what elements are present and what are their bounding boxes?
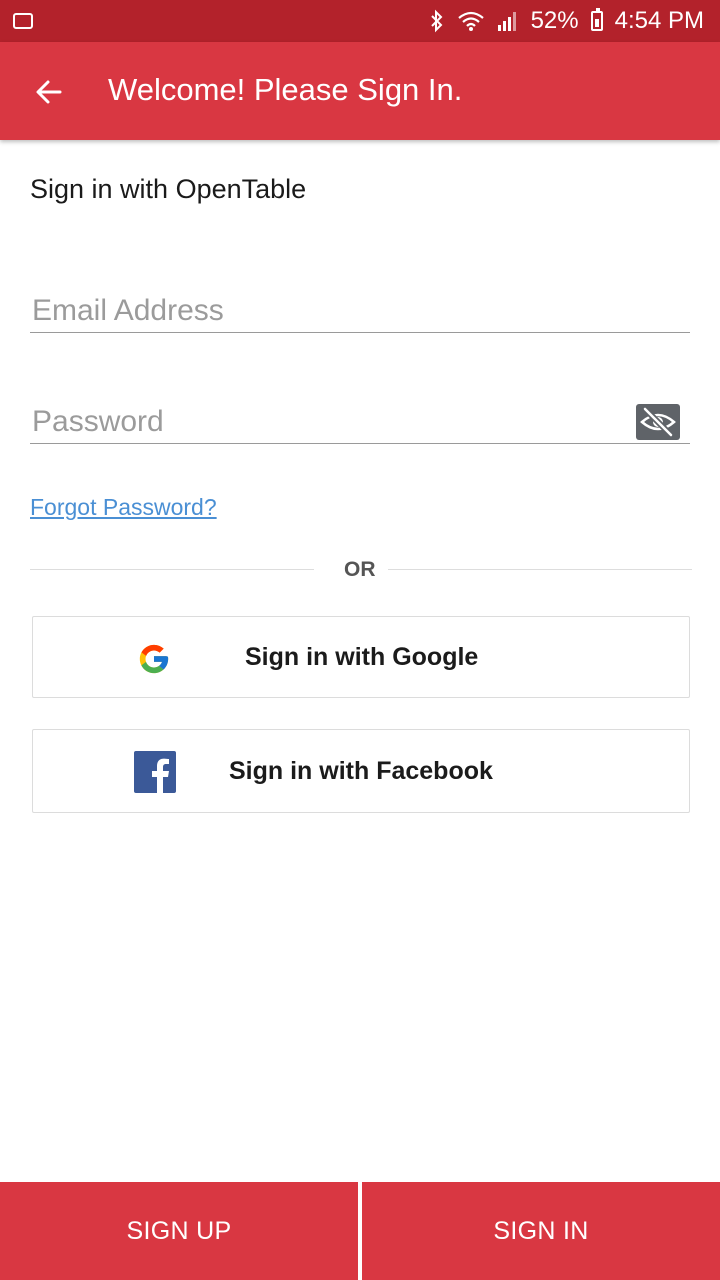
signal-icon [497,10,519,32]
forgot-password-link[interactable]: Forgot Password? [30,494,217,521]
battery-icon [590,8,603,31]
status-bar: 52% 4:54 PM [0,0,720,42]
divider-or-text: OR [344,558,376,581]
facebook-logo-icon [134,751,176,793]
google-button-label: Sign in with Google [245,642,479,671]
sign-in-button[interactable]: SIGN IN [362,1182,720,1280]
google-logo-icon [139,644,169,674]
page-title: Welcome! Please Sign In. [108,72,463,107]
facebook-button-label: Sign in with Facebook [229,756,493,785]
password-field[interactable] [30,400,690,444]
wifi-icon [457,10,485,32]
battery-percent: 52% [530,7,579,34]
app-bar: Welcome! Please Sign In. [0,42,720,140]
email-field[interactable] [30,289,690,333]
notification-icon [13,13,33,29]
sign-in-subtitle: Sign in with OpenTable [30,174,307,204]
google-sign-in-button[interactable]: Sign in with Google [32,616,690,698]
sign-up-button[interactable]: SIGN UP [0,1182,358,1280]
bluetooth-icon [429,9,445,33]
clock: 4:54 PM [614,7,704,34]
facebook-sign-in-button[interactable]: Sign in with Facebook [32,729,690,813]
arrow-left-icon[interactable] [32,74,68,110]
divider-left [30,569,314,570]
eye-off-icon[interactable] [636,404,680,440]
divider-right [388,569,692,570]
